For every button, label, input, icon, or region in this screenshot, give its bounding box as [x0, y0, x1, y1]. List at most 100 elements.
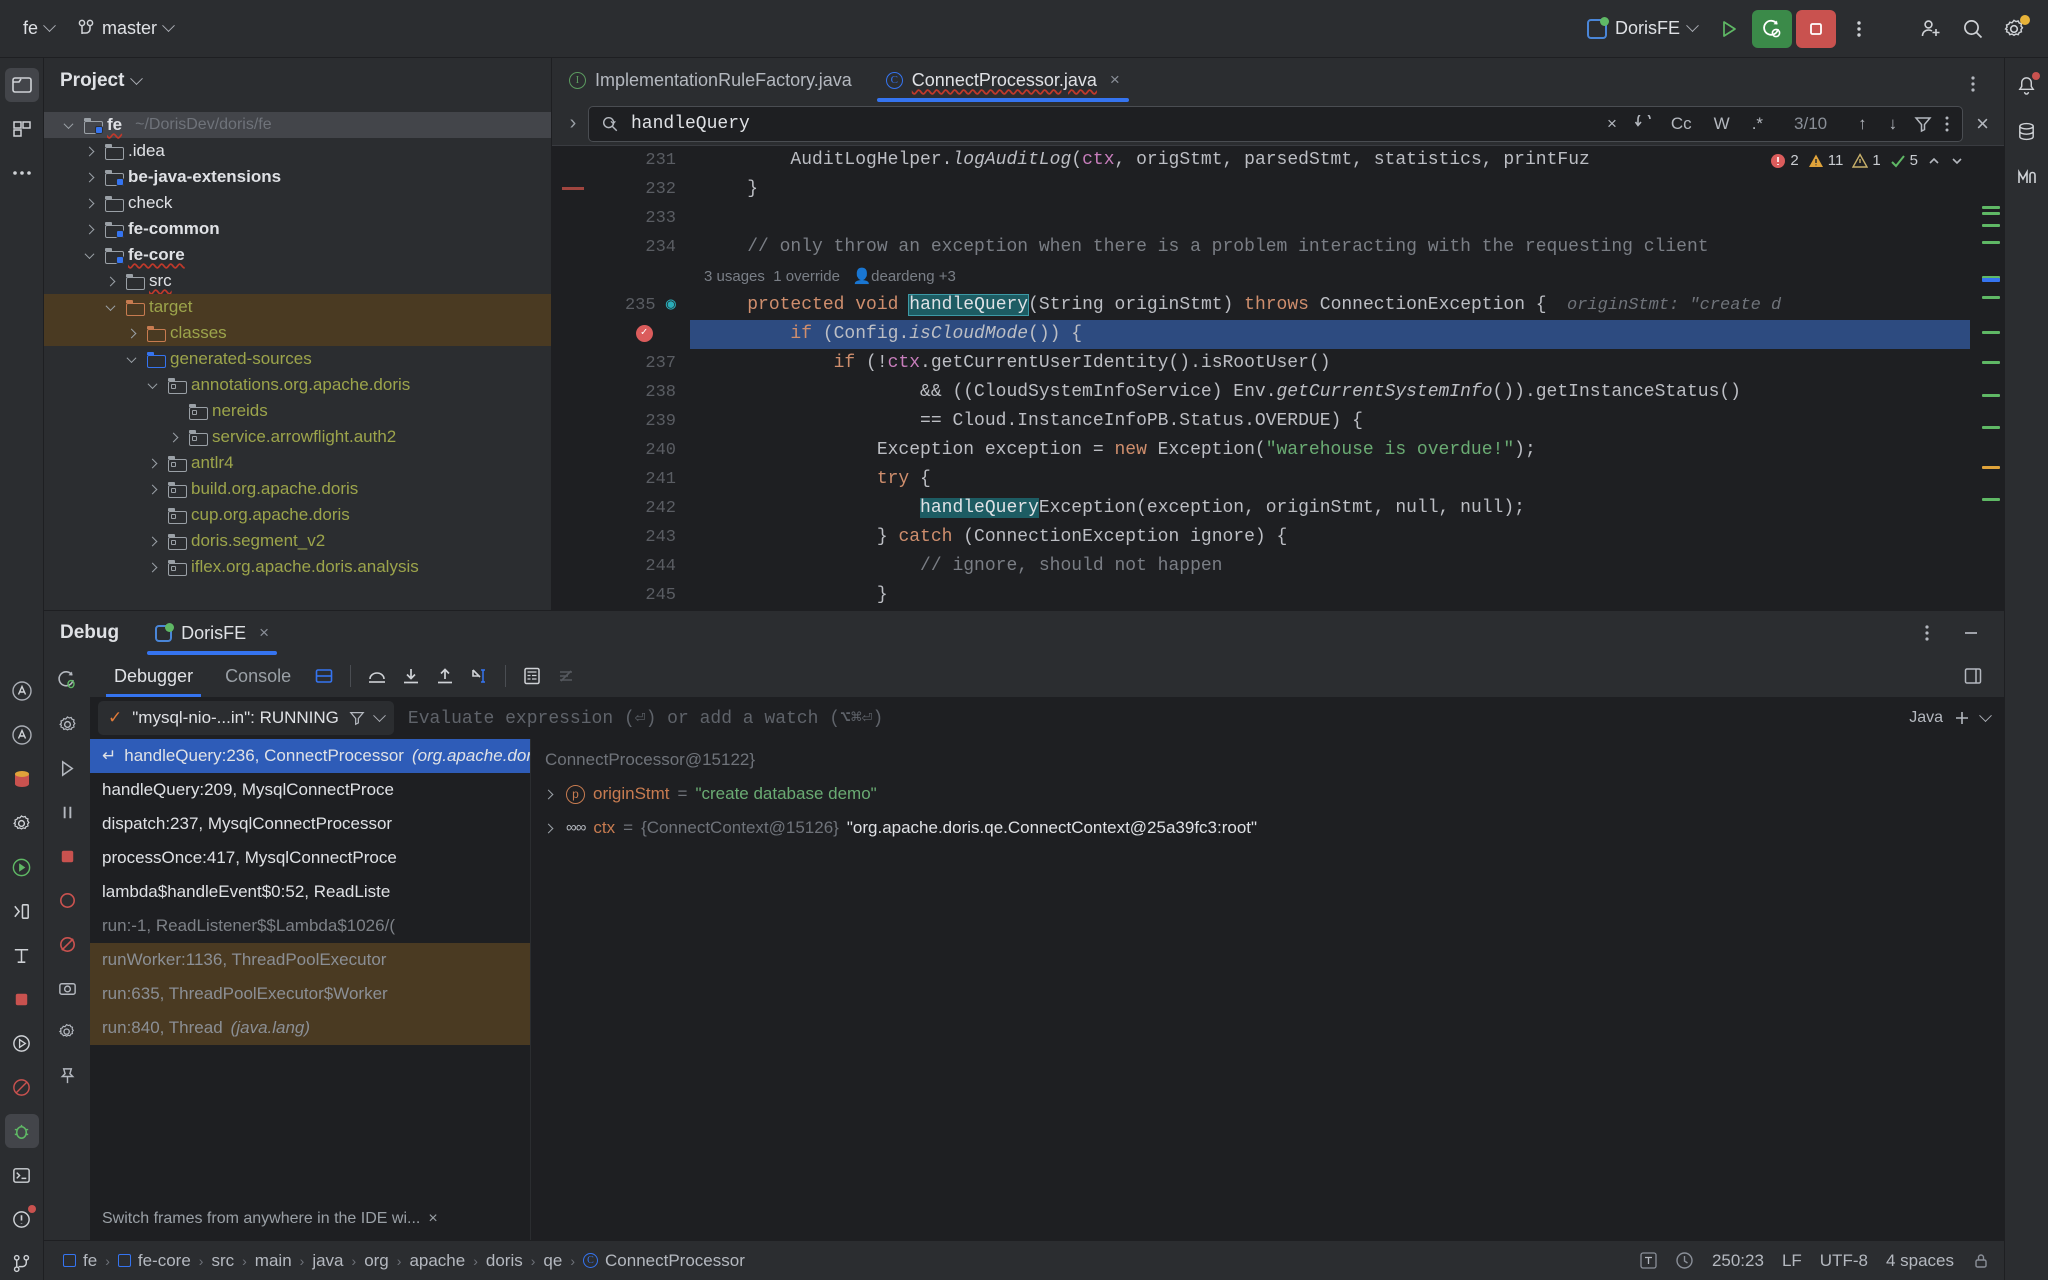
evaluate-expression-field[interactable]: Evaluate expression (⏎) or add a watch (…: [394, 697, 2004, 739]
code-line[interactable]: }: [690, 581, 1970, 610]
editor-options-button[interactable]: [1954, 66, 1992, 102]
error-stripe-mark[interactable]: [1982, 498, 2000, 501]
chevron-right-icon[interactable]: [79, 172, 99, 182]
stop-button[interactable]: [1796, 9, 1836, 48]
gutter-line-number[interactable]: 240: [598, 436, 690, 465]
tree-node[interactable]: cup.org.apache.doris: [44, 502, 551, 528]
breadcrumb-item[interactable]: C ConnectProcessor: [578, 1249, 750, 1273]
gutter-line-number[interactable]: 238: [598, 378, 690, 407]
inspection-warnings[interactable]: 11: [1808, 152, 1843, 169]
database-tool-button[interactable]: [5, 762, 39, 796]
chevron-right-icon[interactable]: [142, 458, 162, 468]
breadcrumb-item[interactable]: java: [307, 1249, 348, 1273]
error-stripe-mark[interactable]: [1982, 212, 2000, 215]
screenshot-button[interactable]: [50, 971, 84, 1005]
inspection-collapse-icon[interactable]: [1927, 154, 1941, 168]
chevron-right-icon[interactable]: [163, 432, 183, 442]
breadcrumb-item[interactable]: fe: [58, 1249, 102, 1273]
tree-node[interactable]: build.org.apache.doris: [44, 476, 551, 502]
code-line[interactable]: protected void handleQuery(String origin…: [690, 291, 1970, 320]
rerun-debug-button[interactable]: [1752, 9, 1792, 48]
gutter-line-number[interactable]: 241: [598, 465, 690, 494]
find-clear-button[interactable]: ×: [1602, 112, 1622, 136]
code-line[interactable]: [690, 204, 1970, 233]
chevron-right-icon[interactable]: [543, 823, 554, 833]
code-line[interactable]: if (!ctx.getCurrentUserIdentity().isRoot…: [690, 349, 1970, 378]
editor-tab[interactable]: C ConnectProcessor.java ×: [869, 58, 1137, 102]
pause-program-button[interactable]: [50, 795, 84, 829]
stack-frame[interactable]: runWorker:1136, ThreadPoolExecutor: [90, 943, 530, 977]
debug-settings-button[interactable]: [50, 707, 84, 741]
tools-icon[interactable]: [1640, 1252, 1657, 1269]
editor-code[interactable]: AuditLogHelper.logAuditLog(ctx, origStmt…: [690, 146, 1970, 610]
tree-node[interactable]: check: [44, 190, 551, 216]
tree-node[interactable]: fe-core: [44, 242, 551, 268]
code-line[interactable]: // only throw an exception when there is…: [690, 233, 1970, 262]
indent-setting[interactable]: 4 spaces: [1886, 1251, 1954, 1271]
breadcrumb-item[interactable]: doris: [481, 1249, 528, 1273]
breadcrumb-item[interactable]: main: [250, 1249, 297, 1273]
notifications-button[interactable]: [2010, 68, 2044, 102]
code-line[interactable]: } catch (ConnectionException ignore) {: [690, 523, 1970, 552]
version-control-rail-button[interactable]: [5, 1246, 39, 1280]
gutter-line-number[interactable]: ✓: [598, 320, 690, 349]
find-more-icon[interactable]: [1944, 115, 1950, 133]
tree-node[interactable]: doris.segment_v2: [44, 528, 551, 554]
inspection-weak-warnings[interactable]: 1: [1852, 152, 1881, 169]
variable-row[interactable]: p originStmt = "create database demo": [531, 777, 2004, 811]
chevron-right-icon[interactable]: [121, 328, 141, 338]
stop-debug-button[interactable]: [50, 839, 84, 873]
branch-chip[interactable]: master: [69, 13, 182, 44]
gutter-line-number[interactable]: 231: [598, 146, 690, 175]
structure-rail-button[interactable]: [5, 938, 39, 972]
chevron-down-icon[interactable]: [121, 352, 141, 363]
tree-node[interactable]: fe-common: [44, 216, 551, 242]
breadcrumb-item[interactable]: src: [206, 1249, 239, 1273]
tree-node[interactable]: annotations.org.apache.doris: [44, 372, 551, 398]
mute-breakpoints-button[interactable]: [50, 927, 84, 961]
find-field-wrapper[interactable]: handleQuery × Cc W .* 3/10 ↑ ↓: [588, 105, 1964, 142]
breadcrumb[interactable]: fe › fe-core › src › main › java › org › apache › dori…: [58, 1249, 750, 1273]
error-stripe-mark[interactable]: [1982, 331, 2000, 334]
debug-more-button[interactable]: [1908, 615, 1946, 651]
chevron-down-icon[interactable]: [373, 708, 386, 722]
find-expand-button[interactable]: ›: [558, 112, 588, 135]
frames-tip-close[interactable]: ×: [428, 1210, 437, 1228]
stack-frame[interactable]: run:840, Thread (java.lang): [90, 1011, 530, 1045]
chevron-right-icon[interactable]: [543, 789, 554, 799]
code-line[interactable]: }: [690, 175, 1970, 204]
run-panel-rail-button[interactable]: [5, 1026, 39, 1060]
stack-frame[interactable]: processOnce:417, MysqlConnectProce: [90, 841, 530, 875]
add-user-button[interactable]: [1912, 11, 1950, 47]
chevron-right-icon[interactable]: [79, 146, 99, 156]
stack-frame[interactable]: ↵ handleQuery:236, ConnectProcessor (org.…: [90, 739, 530, 773]
chevron-down-icon[interactable]: [130, 71, 144, 85]
debug-config-button[interactable]: [50, 1015, 84, 1049]
clock-icon[interactable]: [1675, 1251, 1694, 1270]
gutter-line-number[interactable]: 239: [598, 407, 690, 436]
breadcrumb-item[interactable]: org: [359, 1249, 394, 1273]
run-rail-button[interactable]: [5, 850, 39, 884]
error-stripe-mark[interactable]: [1982, 224, 2000, 227]
error-stripe-mark[interactable]: [1982, 241, 2000, 244]
chevron-down-icon[interactable]: [142, 378, 162, 389]
project-chip[interactable]: fe: [14, 13, 63, 44]
maven-button[interactable]: [2010, 160, 2044, 194]
error-stripe-mark[interactable]: [1982, 361, 2000, 364]
inspection-widget[interactable]: 2 11 1 5: [1770, 152, 1964, 169]
debug-minimize-button[interactable]: [1952, 615, 1990, 651]
breakpoint-icon[interactable]: ✓: [635, 325, 653, 343]
editor-gutter[interactable]: 231 232 233 234 235 ◉ ✓ 237 238 239 240 241 242 243 2…: [598, 146, 690, 610]
run-button[interactable]: [1710, 11, 1748, 47]
debug-rail-button[interactable]: [4, 1114, 39, 1148]
find-input[interactable]: handleQuery: [631, 114, 1590, 134]
step-over-button[interactable]: [360, 659, 394, 693]
caret-position[interactable]: 250:23: [1712, 1251, 1764, 1271]
gutter-line-number[interactable]: 235 ◉: [598, 291, 690, 320]
error-stripe-mark[interactable]: [1982, 206, 2000, 209]
code-line[interactable]: // ignore, should not happen: [690, 552, 1970, 581]
inspection-ok[interactable]: 5: [1890, 152, 1918, 169]
breadcrumb-item[interactable]: qe: [538, 1249, 567, 1273]
error-stripe-mark[interactable]: [1982, 426, 2000, 429]
code-vision-hint[interactable]: 3 usages 1 override 👤deardeng +3: [690, 262, 1970, 291]
